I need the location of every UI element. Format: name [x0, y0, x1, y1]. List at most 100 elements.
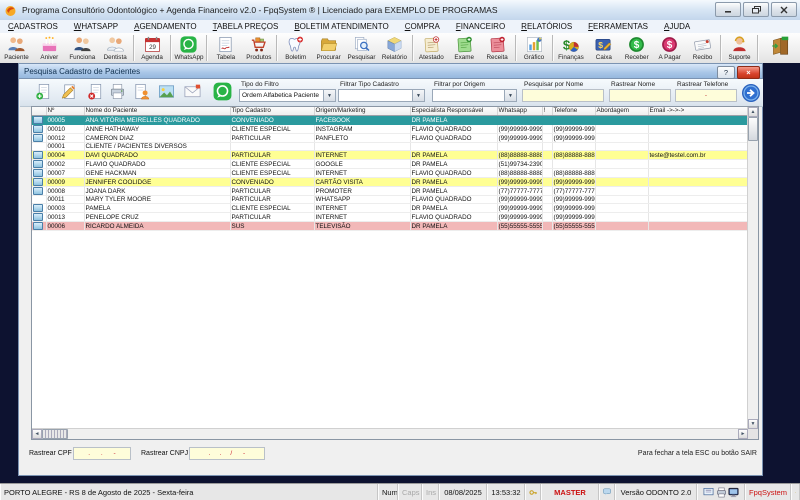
menu-relatorios[interactable]: RELATÓRIOS: [513, 20, 580, 33]
toolbar-relatorio[interactable]: Relatório: [378, 33, 411, 63]
restore-button[interactable]: [743, 2, 769, 17]
table-row[interactable]: 00012CAMERON DIAZPARTICULARPANFLETOFLAVI…: [32, 134, 748, 143]
menu-ajuda[interactable]: AJUDA: [656, 20, 698, 33]
toolbar-agenda[interactable]: 29 Agenda: [136, 33, 169, 63]
tipo-cadastro-select[interactable]: ▼: [338, 89, 425, 102]
minimize-button[interactable]: [715, 2, 741, 17]
toolbar-receita[interactable]: Receita: [481, 33, 514, 63]
table-cell: [542, 160, 552, 169]
rastrear-nome-input[interactable]: [609, 89, 671, 102]
table-row[interactable]: 00008JOANA DARKPARTICULARPROMOTERDR PAME…: [32, 187, 748, 196]
toolbar-caixa[interactable]: $ Caixa: [587, 33, 620, 63]
table-row[interactable]: 00009JENNIFER COOLIDGECONVENIADOCARTÃO V…: [32, 178, 748, 187]
header-tipo-cadastro[interactable]: Tipo Cadastro: [230, 107, 314, 116]
pesquisar-nome-input[interactable]: [522, 89, 604, 102]
monitor-icon[interactable]: [728, 487, 739, 498]
hscroll-thumb[interactable]: [42, 429, 68, 439]
toolbar-exame[interactable]: Exame: [448, 33, 481, 63]
menu-agendamento[interactable]: AGENDAMENTO: [126, 20, 205, 33]
panel-help-button[interactable]: ?: [717, 66, 735, 79]
origem-select[interactable]: ▼: [432, 89, 517, 102]
toolbar-procurar[interactable]: Procurar: [312, 33, 345, 63]
header-email[interactable]: Email ->->->: [648, 107, 748, 116]
menu-boletim-atendimento[interactable]: BOLETIM ATENDIMENTO: [286, 20, 396, 33]
mail-icon[interactable]: [183, 82, 202, 101]
header-abordagem[interactable]: Abordagem: [595, 107, 648, 116]
notebook-icon[interactable]: [703, 487, 714, 498]
printer-icon[interactable]: [716, 487, 727, 498]
table-row[interactable]: 00013PENELOPE CRUZPARTICULARINTERNETFLAV…: [32, 213, 748, 222]
scroll-left-icon[interactable]: ◄: [32, 429, 42, 439]
menu-compra[interactable]: COMPRA: [397, 20, 448, 33]
edit-record-icon[interactable]: [59, 82, 78, 101]
toolbar-aniver[interactable]: Aniver: [33, 33, 66, 63]
header-nome[interactable]: Nome do Paciente: [84, 107, 230, 116]
exit-door-icon: [769, 35, 791, 57]
vscroll-thumb[interactable]: [748, 117, 758, 141]
vertical-scrollbar[interactable]: ▲ ▼: [747, 107, 758, 429]
table-cell: 00009: [46, 178, 84, 187]
scroll-up-icon[interactable]: ▲: [748, 107, 758, 117]
photo-icon[interactable]: [157, 82, 176, 101]
toolbar-produtos[interactable]: Produtos: [242, 33, 275, 63]
table-cell: [595, 213, 648, 222]
table-cell: CLIENTE ESPECIAL: [230, 169, 314, 178]
toolbar-financas[interactable]: $ Finanças: [555, 33, 588, 63]
toolbar-grafico[interactable]: Gráfico: [518, 33, 551, 63]
print-icon[interactable]: [108, 82, 127, 101]
add-record-icon[interactable]: [34, 82, 53, 101]
menu-tabela-precos[interactable]: TABELA PREÇOS: [205, 20, 287, 33]
delete-record-icon[interactable]: [86, 82, 105, 101]
table-cell: DR PAMELA: [410, 160, 497, 169]
toolbar-tabela[interactable]: Tabela: [209, 33, 242, 63]
table-row[interactable]: 00010ANNE HATHAWAYCLIENTE ESPECIALINSTAG…: [32, 125, 748, 134]
toolbar-paciente[interactable]: Paciente: [0, 33, 33, 63]
toolbar-pesquisar[interactable]: Pesquisar: [345, 33, 378, 63]
header-origem[interactable]: Origem/Marketing: [314, 107, 410, 116]
panel-close-button[interactable]: ×: [737, 66, 760, 79]
toolbar-sair[interactable]: [760, 33, 800, 63]
header-especialista[interactable]: Especialista Responsável: [410, 107, 497, 116]
table-row[interactable]: 00003PAMELACLIENTE ESPECIALINTERNETDR PA…: [32, 204, 748, 213]
toolbar-whatsapp[interactable]: WhatsApp: [173, 33, 206, 63]
header-flag[interactable]: !: [542, 107, 552, 116]
table-cell: (88)88888-8888: [497, 151, 542, 160]
table-row[interactable]: 00004DAVI QUADRADOPARTICULARINTERNETDR P…: [32, 151, 748, 160]
close-button[interactable]: [771, 2, 797, 17]
toolbar-apagar[interactable]: $ A Pagar: [653, 33, 686, 63]
go-search-button[interactable]: [741, 83, 761, 103]
menu-whatsapp[interactable]: WHATSAPP: [66, 20, 126, 33]
header-telefone[interactable]: Telefone: [552, 107, 595, 116]
table-cell: CARTÃO VISITA: [314, 178, 410, 187]
scroll-down-icon[interactable]: ▼: [748, 419, 758, 429]
menu-cadastros[interactable]: CADASTROS: [0, 20, 66, 33]
header-numero[interactable]: Nº: [46, 107, 84, 116]
table-row[interactable]: 00011MARY TYLER MOOREPARTICULARWHATSAPPF…: [32, 196, 748, 204]
table-cell: (88)88888-8888: [552, 169, 595, 178]
table-row[interactable]: 00007GENE HACKMANCLIENTE ESPECIALINTERNE…: [32, 169, 748, 178]
table-row[interactable]: 00001CLIENTE / PACIENTES DIVERSOS: [32, 143, 748, 151]
horizontal-scrollbar[interactable]: ◄ ►: [32, 428, 748, 439]
menu-ferramentas[interactable]: FERRAMENTAS: [580, 20, 656, 33]
note-cross-icon: [422, 35, 441, 54]
table-row[interactable]: 00002FLAVIO QUADRADOCLIENTE ESPECIALGOOG…: [32, 160, 748, 169]
table-row[interactable]: 00005ANA VITÓRIA MEIRELLES QUADRADOCONVE…: [32, 116, 748, 125]
toolbar-boletim[interactable]: Boletim: [279, 33, 312, 63]
rastrear-telefone-input[interactable]: [675, 89, 737, 102]
toolbar-atestado[interactable]: Atestado: [415, 33, 448, 63]
rastrear-cnpj-input[interactable]: [189, 447, 265, 460]
whatsapp-icon[interactable]: [212, 81, 233, 102]
table-row[interactable]: 00006RICARDO ALMEIDASUSTELEVISÃODR PAMEL…: [32, 222, 748, 231]
scroll-right-icon[interactable]: ►: [738, 429, 748, 439]
toolbar-dentista[interactable]: Dentista: [99, 33, 132, 63]
tipo-filtro-select[interactable]: Ordem Alfabetica Paciente ▼: [239, 89, 336, 102]
app-window: { "window": { "title": "Programa Consult…: [0, 0, 800, 500]
toolbar-recibo[interactable]: Recibo: [686, 33, 719, 63]
toolbar-suporte[interactable]: Suporte: [723, 33, 756, 63]
toolbar-receber[interactable]: $ Receber: [620, 33, 653, 63]
menu-financeiro[interactable]: FINANCEIRO: [448, 20, 513, 33]
header-whatsapp[interactable]: Whatsapp: [497, 107, 542, 116]
toolbar-funciona[interactable]: Funciona: [66, 33, 99, 63]
add-user-icon[interactable]: [132, 82, 151, 101]
rastrear-cpf-input[interactable]: [73, 447, 131, 460]
